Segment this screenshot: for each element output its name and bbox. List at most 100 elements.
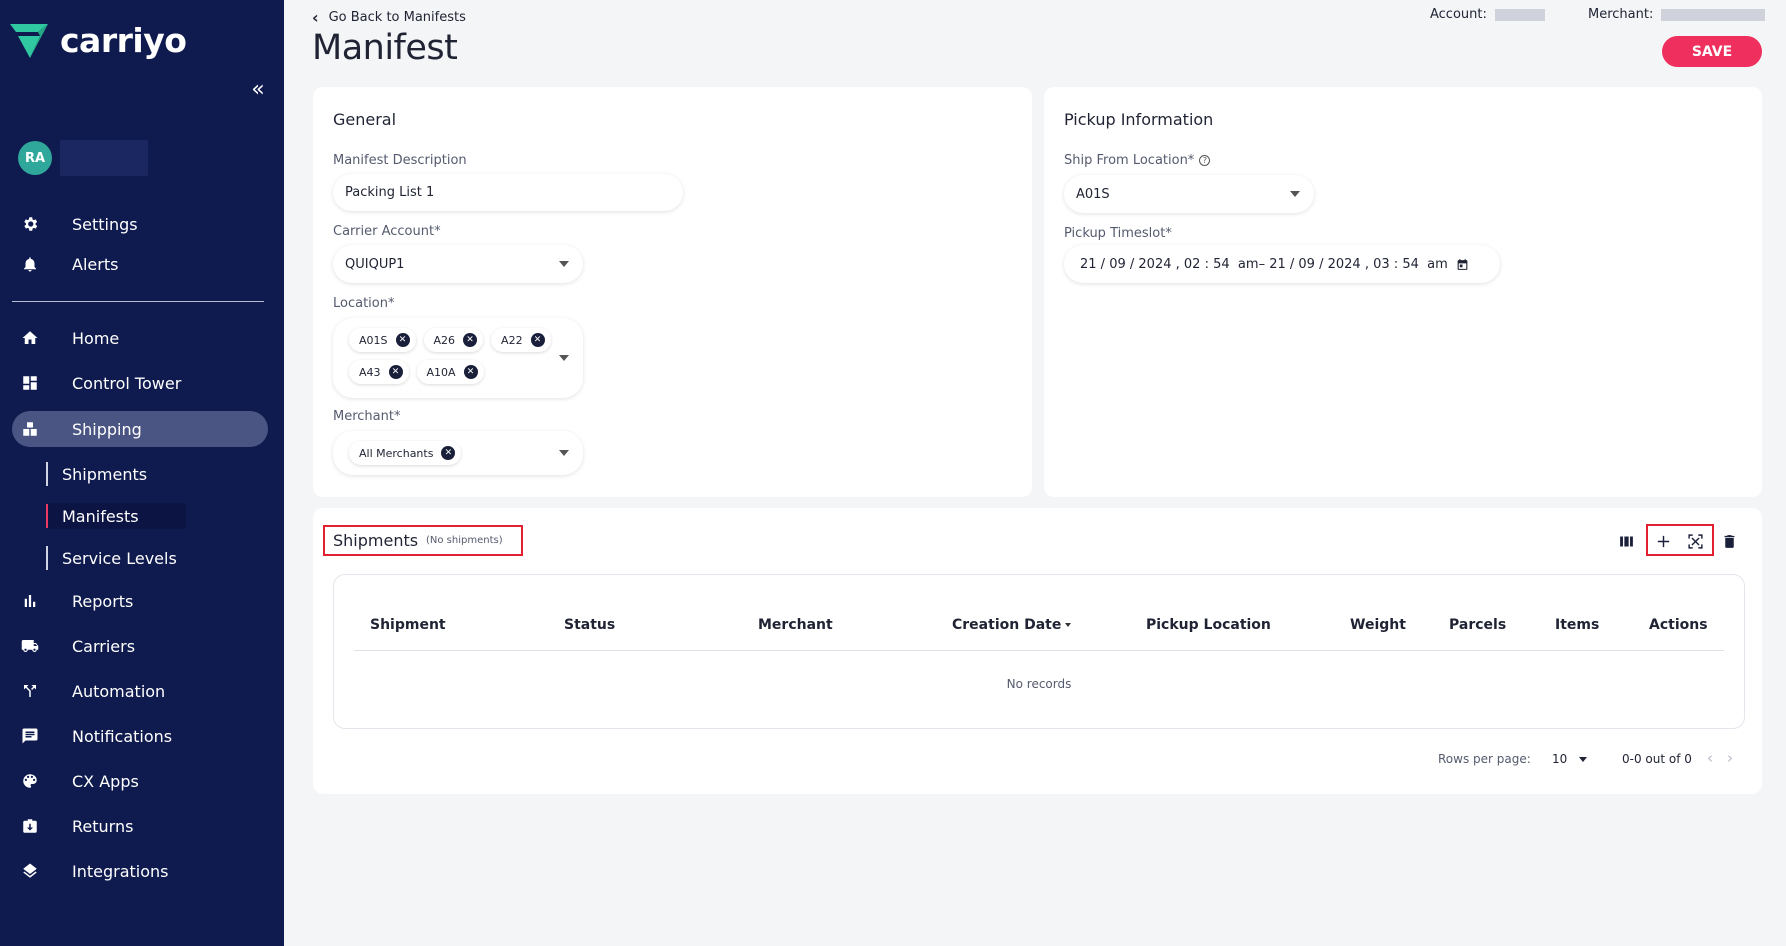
pickup-timeslot-label: Pickup Timeslot* — [1064, 226, 1172, 241]
ship-from-select[interactable]: A01S — [1064, 175, 1314, 213]
merchant-value-redacted — [1661, 8, 1766, 21]
sidebar-item-settings[interactable]: Settings — [12, 206, 268, 242]
boxes-icon — [12, 420, 48, 438]
pickup-timeslot-input[interactable]: 21 / 09 / 2024 , 02 : 54 am – 21 / 09 / 2… — [1064, 245, 1500, 283]
sidebar-item-carriers[interactable]: Carriers — [12, 628, 268, 664]
rows-per-page-select[interactable]: 10 — [1552, 752, 1588, 766]
columns-icon[interactable] — [1616, 531, 1636, 551]
carriyo-logo[interactable]: carriyo — [8, 20, 187, 60]
general-title: General — [333, 110, 397, 129]
column-header-shipment[interactable]: Shipment — [370, 617, 446, 633]
start-day[interactable]: 21 — [1080, 257, 1097, 272]
sidebar-divider — [12, 301, 264, 302]
carrier-account-label: Carrier Account* — [333, 224, 441, 239]
sidebar-item-reports[interactable]: Reports — [12, 583, 268, 619]
user-profile[interactable]: RA — [18, 140, 148, 176]
account-selector[interactable]: Account: — [1430, 7, 1545, 22]
remove-chip-icon[interactable]: ✕ — [395, 333, 410, 347]
prev-page-icon[interactable]: ‹ — [1707, 749, 1713, 767]
save-button[interactable]: SAVE — [1662, 36, 1762, 67]
caret-down-icon — [1579, 756, 1588, 762]
sidebar-item-shipping[interactable]: Shipping — [12, 411, 268, 447]
remove-chip-icon[interactable]: ✕ — [441, 446, 456, 460]
end-year[interactable]: 2024 — [1328, 257, 1361, 272]
carrier-account-select[interactable]: QUIQUP1 — [333, 245, 583, 283]
sidebar-item-label: Settings — [72, 214, 138, 234]
location-chip[interactable]: A43 ✕ — [349, 360, 409, 384]
column-header-creation-date[interactable]: Creation Date — [952, 617, 1072, 633]
return-box-icon — [12, 817, 48, 835]
location-label: Location* — [333, 296, 395, 311]
column-header-merchant[interactable]: Merchant — [758, 617, 833, 633]
sidebar-subitem-label: Manifests — [62, 506, 139, 526]
sort-desc-icon — [1065, 623, 1072, 627]
sidebar-subitem-service-levels[interactable]: Service Levels — [46, 545, 177, 571]
merchant-selector[interactable]: Merchant: — [1588, 7, 1766, 22]
start-hour[interactable]: 02 — [1184, 257, 1201, 272]
sidebar-item-home[interactable]: Home — [12, 320, 268, 356]
end-minute[interactable]: 54 — [1402, 257, 1419, 272]
sidebar-item-notifications[interactable]: Notifications — [12, 718, 268, 754]
end-day[interactable]: 21 — [1269, 257, 1286, 272]
sidebar-item-label: Home — [72, 328, 120, 348]
barcode-scan-icon[interactable] — [1685, 531, 1705, 551]
caret-down-icon — [559, 261, 569, 267]
remove-chip-icon[interactable]: ✕ — [388, 365, 403, 379]
help-icon[interactable]: ? — [1199, 155, 1211, 166]
column-header-actions[interactable]: Actions — [1649, 617, 1708, 633]
sidebar-item-integrations[interactable]: Integrations — [12, 853, 268, 889]
merchant-multiselect[interactable]: All Merchants ✕ — [333, 431, 583, 475]
sidebar-item-control-tower[interactable]: Control Tower — [12, 365, 268, 401]
column-header-weight[interactable]: Weight — [1350, 617, 1406, 633]
location-chip[interactable]: A26 ✕ — [423, 328, 484, 352]
end-ampm[interactable]: am — [1427, 257, 1448, 272]
gear-icon — [12, 215, 48, 233]
collapse-sidebar-icon[interactable]: « — [246, 78, 270, 102]
location-chip[interactable]: A10A ✕ — [416, 360, 484, 384]
page-title: Manifest — [312, 28, 458, 68]
column-header-pickup-location[interactable]: Pickup Location — [1146, 617, 1271, 633]
ship-from-label: Ship From Location* ? — [1064, 153, 1211, 168]
sidebar-item-automation[interactable]: Automation — [12, 673, 268, 709]
column-header-status[interactable]: Status — [564, 617, 615, 633]
start-ampm[interactable]: am — [1238, 257, 1259, 272]
caret-down-icon — [1290, 191, 1300, 197]
sidebar-item-alerts[interactable]: Alerts — [12, 246, 268, 282]
start-minute[interactable]: 54 — [1213, 257, 1230, 272]
sidebar: carriyo « RA Settings Alerts Home Contro… — [0, 0, 284, 946]
sidebar-item-label: Integrations — [72, 861, 169, 881]
merchant-chip[interactable]: All Merchants ✕ — [349, 441, 462, 465]
delete-icon[interactable] — [1719, 531, 1739, 551]
dashboard-icon — [12, 374, 48, 392]
description-input[interactable]: Packing List 1 — [333, 174, 683, 211]
sidebar-item-cx-apps[interactable]: CX Apps — [12, 763, 268, 799]
column-header-items[interactable]: Items — [1555, 617, 1599, 633]
start-month[interactable]: 09 — [1109, 257, 1126, 272]
palette-icon — [12, 772, 48, 790]
location-chip[interactable]: A22 ✕ — [491, 328, 551, 352]
remove-chip-icon[interactable]: ✕ — [463, 333, 478, 347]
end-month[interactable]: 09 — [1298, 257, 1315, 272]
back-to-manifests-link[interactable]: ‹ Go Back to Manifests — [312, 8, 466, 27]
start-year[interactable]: 2024 — [1138, 257, 1171, 272]
sidebar-item-returns[interactable]: Returns — [12, 808, 268, 844]
sidebar-subitem-shipments[interactable]: Shipments — [46, 461, 147, 487]
remove-chip-icon[interactable]: ✕ — [463, 365, 478, 379]
column-header-parcels[interactable]: Parcels — [1449, 617, 1506, 633]
location-multiselect[interactable]: A01S ✕ A26 ✕ A22 ✕ A43 ✕ A10A ✕ — [333, 318, 583, 398]
add-icon[interactable] — [1653, 531, 1673, 551]
sidebar-subitem-manifests[interactable]: Manifests — [46, 503, 186, 529]
pickup-card: Pickup Information Ship From Location* ?… — [1044, 87, 1762, 497]
carriyo-logo-icon — [10, 24, 48, 58]
calendar-icon[interactable] — [1456, 258, 1469, 271]
end-hour[interactable]: 03 — [1373, 257, 1390, 272]
sidebar-item-label: Automation — [72, 681, 166, 701]
sidebar-item-label: Notifications — [72, 726, 173, 746]
caret-down-icon — [559, 355, 569, 361]
next-page-icon[interactable]: › — [1727, 749, 1733, 767]
sidebar-subitem-label: Shipments — [62, 464, 148, 484]
shipments-count: (No shipments) — [426, 535, 503, 546]
location-chip[interactable]: A01S ✕ — [349, 328, 416, 352]
merchant-label: Merchant: — [1588, 7, 1654, 22]
remove-chip-icon[interactable]: ✕ — [530, 333, 545, 347]
